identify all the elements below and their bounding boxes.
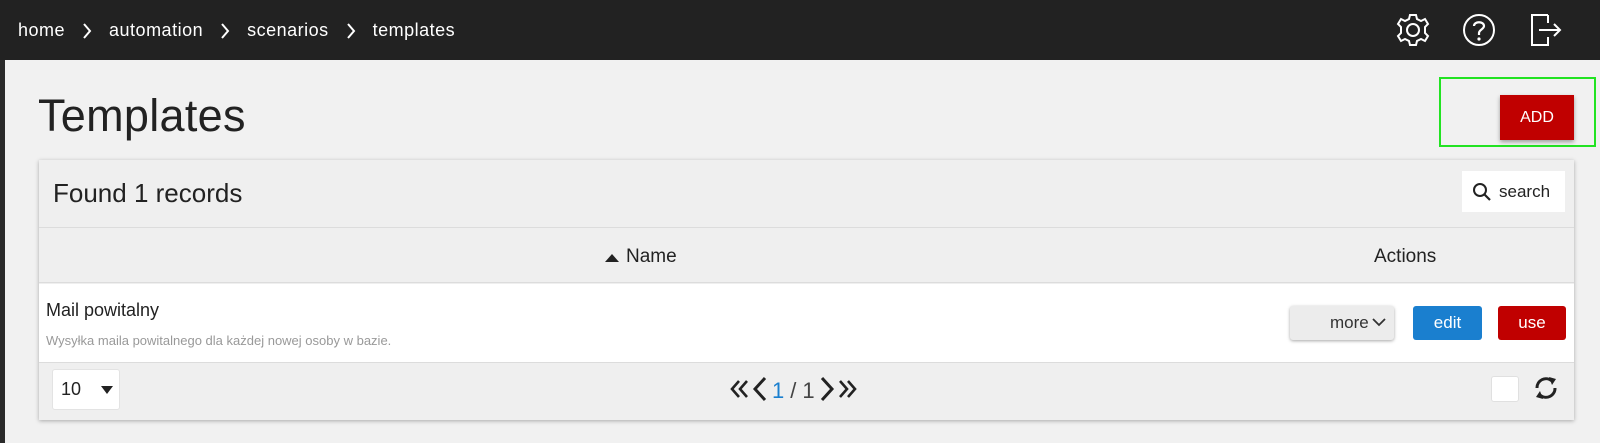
current-page[interactable]: 1 <box>772 378 784 404</box>
gear-icon[interactable] <box>1393 10 1433 50</box>
edit-button[interactable]: edit <box>1413 306 1482 340</box>
top-bar: home automation scenarios templates <box>0 0 1600 60</box>
table-header: Name Actions <box>39 228 1574 283</box>
search-button[interactable]: search <box>1462 171 1565 212</box>
per-page-select[interactable]: 10 <box>52 369 120 410</box>
table-row: Mail powitalny Wysyłka maila powitalnego… <box>39 284 1574 363</box>
breadcrumb-home[interactable]: home <box>18 20 65 41</box>
pagination: 1 / 1 <box>729 376 858 406</box>
use-button[interactable]: use <box>1498 306 1566 340</box>
last-page-icon[interactable] <box>836 378 858 405</box>
template-title: Mail powitalny <box>46 300 160 320</box>
column-name-label: Name <box>626 246 677 267</box>
more-label: more <box>1330 313 1369 332</box>
column-actions-header: Actions <box>1374 246 1437 267</box>
chevron-down-icon <box>1372 318 1386 327</box>
panel-header: Found 1 records search <box>39 160 1574 228</box>
logout-icon[interactable] <box>1524 10 1564 50</box>
column-name-header[interactable]: Name <box>605 246 677 268</box>
more-dropdown[interactable]: more <box>1290 306 1394 340</box>
caret-down-icon <box>101 386 113 394</box>
breadcrumb-scenarios[interactable]: scenarios <box>247 20 329 41</box>
add-button[interactable]: ADD <box>1500 95 1574 140</box>
left-edge <box>0 60 5 443</box>
help-icon[interactable] <box>1459 10 1499 50</box>
page-title: Templates <box>38 90 246 141</box>
sort-ascending-icon <box>605 253 619 262</box>
breadcrumb: home automation scenarios templates <box>18 20 455 41</box>
search-label: search <box>1499 181 1551 201</box>
chevron-right-icon <box>203 21 247 39</box>
records-panel: Found 1 records search Name Actions Mail… <box>39 160 1574 420</box>
chevron-right-icon <box>65 21 109 39</box>
records-count: Found 1 records <box>53 178 243 208</box>
breadcrumb-templates[interactable]: templates <box>373 20 456 41</box>
first-page-icon[interactable] <box>729 378 751 405</box>
search-icon <box>1473 182 1491 201</box>
breadcrumb-automation[interactable]: automation <box>109 20 203 41</box>
table-footer: 10 1 / 1 <box>39 364 1574 420</box>
prev-page-icon[interactable] <box>751 376 769 407</box>
next-page-icon[interactable] <box>818 376 836 407</box>
chevron-right-icon <box>329 21 373 39</box>
template-description: Wysyłka maila powitalnego dla każdej now… <box>46 333 392 348</box>
total-pages: 1 <box>802 378 815 403</box>
page-separator: / <box>790 378 797 403</box>
refresh-icon[interactable] <box>1533 374 1559 402</box>
view-toggle[interactable] <box>1491 376 1519 402</box>
per-page-value: 10 <box>61 379 82 399</box>
